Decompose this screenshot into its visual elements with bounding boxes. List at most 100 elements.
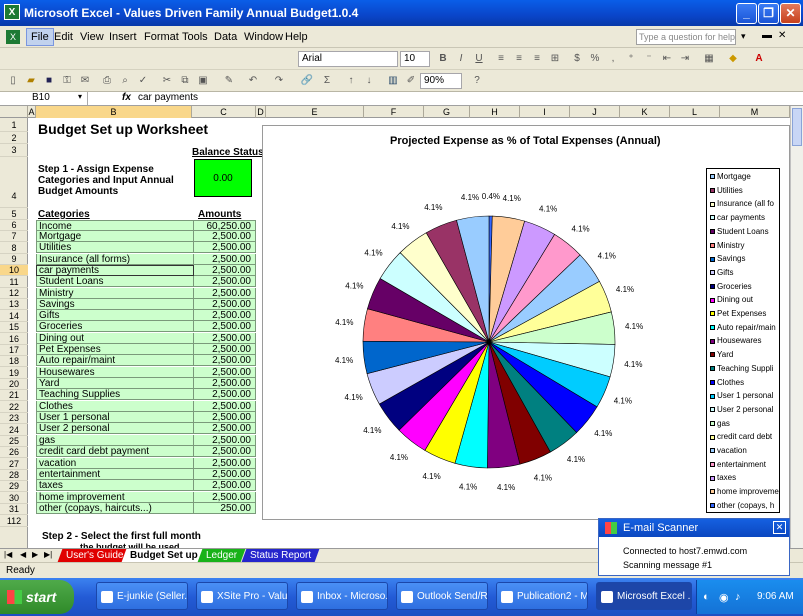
taskbar-publication[interactable]: Publication2 - M... [496,582,588,610]
sheet-title[interactable]: Budget Set up Worksheet [38,121,208,137]
row-header[interactable]: 4 [0,157,28,208]
font-name-select[interactable]: Arial [298,51,398,67]
legend-entry[interactable]: Dining out [710,295,780,304]
legend-entry[interactable]: Teaching Suppli [710,364,780,373]
category-cell[interactable]: Savings [39,299,75,310]
category-cell[interactable]: Student Loans [39,276,104,287]
select-all-corner[interactable] [0,106,28,118]
taskbar-outlook-send[interactable]: Outlook Send/R... [396,582,488,610]
amount-cell[interactable]: 2,500.00 [212,242,251,253]
decrease-decimal-icon[interactable]: ⁻ [642,52,656,66]
taskbar-xsite[interactable]: XSite Pro - Valu... [196,582,288,610]
category-cell[interactable]: vacation [39,458,76,469]
category-cell[interactable]: Clothes [39,401,73,412]
budget-row[interactable]: Income 60,250.00 [36,220,256,232]
amount-cell[interactable]: 2,500.00 [212,492,251,503]
amount-cell[interactable]: 2,500.00 [212,231,251,242]
legend-entry[interactable]: Yard [710,350,780,359]
row-header[interactable]: 8 [0,242,28,254]
row-header[interactable]: 3 [0,144,28,157]
row-header[interactable]: 27 [0,458,28,470]
budget-row[interactable]: Housewares 2,500.00 [36,367,256,378]
help-icon[interactable]: ? [470,74,484,88]
help-search-input[interactable]: Type a question for help [636,29,736,45]
budget-row[interactable]: other (copays, haircuts...) 250.00 [36,503,256,514]
row-header[interactable]: 21 [0,390,28,401]
new-icon[interactable]: ▯ [6,74,20,88]
step1-line1[interactable]: Step 1 - Assign Expense [38,164,154,175]
row-header[interactable]: 2 [0,132,28,144]
chart-legend[interactable]: Mortgage Utilities Insurance (all fo car pa… [706,168,780,513]
budget-row[interactable]: User 1 personal 2,500.00 [36,412,256,423]
hyperlink-icon[interactable]: 🔗 [300,74,314,88]
amount-cell[interactable]: 2,500.00 [212,423,251,434]
category-cell[interactable]: home improvement [39,492,125,503]
budget-row[interactable]: credit card debt payment 2,500.00 [36,446,256,457]
copy-icon[interactable]: ⧉ [178,74,192,88]
budget-row[interactable]: taxes 2,500.00 [36,480,256,491]
row-header[interactable]: 11 [0,276,28,288]
legend-entry[interactable]: Mortgage [710,172,780,181]
category-cell[interactable]: credit card debt payment [39,446,149,457]
sort-ascending-icon[interactable]: ↑ [344,74,358,88]
budget-row[interactable]: Auto repair/maint 2,500.00 [36,355,256,366]
category-cell[interactable]: Gifts [39,310,60,321]
tab-prev-icon[interactable]: ◀ [20,550,26,559]
row-header[interactable]: 5 [0,208,28,220]
autosum-icon[interactable]: Σ [320,74,334,88]
step1-line3[interactable]: Budget Amounts [38,186,118,197]
category-cell[interactable]: Dining out [39,333,84,344]
row-header[interactable]: 12 [0,288,28,299]
clock[interactable]: 9:06 AM [757,591,794,602]
row-header[interactable]: 20 [0,379,28,390]
legend-entry[interactable]: User 1 personal [710,391,780,400]
legend-entry[interactable]: taxes [710,473,780,482]
legend-entry[interactable]: other (copays, h [710,501,780,510]
cut-icon[interactable]: ✂ [160,74,174,88]
tab-last-icon[interactable]: ▶| [44,550,52,559]
tab-users-guide[interactable]: User's Guide [57,549,132,562]
tab-next-icon[interactable]: ▶ [32,550,38,559]
budget-row[interactable]: home improvement 2,500.00 [36,492,256,503]
legend-entry[interactable]: Savings [710,254,780,263]
workbook-restore-icon[interactable]: ▬ [762,30,772,41]
permission-icon[interactable]: ⚿ [60,74,74,88]
category-cell[interactable]: Groceries [39,321,82,332]
drawing-icon[interactable]: ✐ [404,74,418,88]
chart-wizard-icon[interactable]: ▥ [386,74,400,88]
name-box[interactable]: B10 [2,92,88,105]
category-cell[interactable]: Utilities [39,242,71,253]
budget-row[interactable]: entertainment 2,500.00 [36,469,256,480]
amount-cell[interactable]: 2,500.00 [212,458,251,469]
col-header-b[interactable]: B [36,106,192,118]
print-preview-icon[interactable]: ⌕ [118,74,132,88]
legend-entry[interactable]: Ministry [710,241,780,250]
category-cell[interactable]: Teaching Supplies [39,389,120,400]
print-icon[interactable]: ⎙ [100,74,114,88]
amount-cell[interactable]: 2,500.00 [212,378,251,389]
budget-row[interactable]: Utilities 2,500.00 [36,242,256,253]
legend-entry[interactable]: car payments [710,213,780,222]
amount-cell[interactable]: 2,500.00 [212,412,251,423]
menu-format[interactable]: Format [144,31,179,43]
legend-entry[interactable]: Clothes [710,378,780,387]
category-cell[interactable]: Pet Expenses [39,344,101,355]
tab-ledger[interactable]: Ledger [197,549,246,562]
taskbar-excel[interactable]: Microsoft Excel ... [596,582,692,610]
row-header[interactable]: 112 [0,515,28,527]
row-header[interactable]: 9 [0,254,28,265]
col-header-d[interactable]: D [256,106,266,118]
col-header-c[interactable]: C [192,106,256,118]
amount-cell[interactable]: 2,500.00 [212,480,251,491]
taskbar-inbox[interactable]: Inbox - Microso... [296,582,388,610]
row-header[interactable]: 26 [0,447,28,458]
budget-row[interactable]: Clothes 2,500.00 [36,401,256,412]
increase-decimal-icon[interactable]: ⁺ [624,52,638,66]
merge-center-icon[interactable]: ⊞ [548,52,562,66]
budget-row[interactable]: Teaching Supplies 2,500.00 [36,389,256,400]
row-header[interactable]: 30 [0,492,28,504]
row-header[interactable]: 1 [0,118,28,132]
amount-cell[interactable]: 2,500.00 [212,310,251,321]
tray-icon[interactable]: ◐ [703,591,710,603]
category-cell[interactable]: Insurance (all forms) [39,254,130,265]
